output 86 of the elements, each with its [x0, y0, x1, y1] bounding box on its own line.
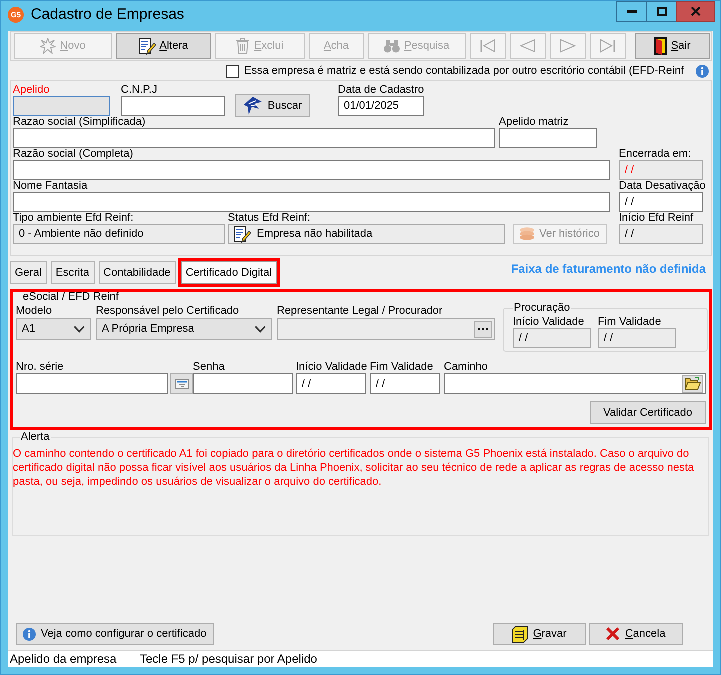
text-field[interactable]: [444, 373, 706, 394]
info-icon: [696, 64, 709, 78]
date-field[interactable]: / /: [619, 192, 703, 212]
close-button[interactable]: [676, 1, 715, 22]
serial-lookup-button[interactable]: [170, 373, 193, 394]
minimize-button[interactable]: [616, 1, 647, 22]
group-title: Alerta: [20, 432, 51, 443]
maximize-icon: [656, 7, 666, 16]
status-text: Apelido da empresa: [10, 652, 118, 666]
card-icon: [174, 378, 188, 388]
status-text: Tecle F5 p/ pesquisar por Apelido: [140, 652, 318, 666]
text-field[interactable]: [13, 96, 110, 116]
dropdown[interactable]: A1: [16, 318, 91, 340]
chevron-down-icon: [74, 326, 85, 332]
password-field[interactable]: [193, 373, 293, 394]
maximize-button[interactable]: [646, 1, 677, 22]
date-field[interactable]: / /: [296, 373, 366, 394]
toolbar-button[interactable]: Altera: [116, 33, 211, 59]
field-label: Data Desativação: [619, 180, 706, 192]
field-label: Nome Fantasia: [13, 180, 88, 192]
info-icon: [23, 628, 36, 640]
field-label: Razão social (Completa): [13, 148, 134, 160]
text-field[interactable]: [13, 160, 610, 180]
document-pencil-icon: [234, 226, 251, 242]
field-label: Caminho: [444, 361, 488, 373]
triangle-left-icon: [520, 39, 536, 53]
binoculars-icon: [384, 40, 400, 52]
minimize-icon: [626, 10, 636, 13]
notepad-pencil-icon: [138, 38, 156, 54]
text-field[interactable]: [121, 96, 225, 116]
group-title: Procuração: [513, 303, 572, 314]
tab[interactable]: Certificado Digital: [180, 261, 278, 284]
field-label: Fim Validade: [598, 316, 662, 328]
emblem-icon: [242, 96, 263, 114]
window-title: Cadastro de Empresas: [31, 6, 184, 24]
search-button[interactable]: Buscar: [235, 94, 310, 117]
field-label: Status Efd Reinf:: [228, 212, 311, 224]
cross-icon: [606, 627, 620, 641]
field-label: Início Efd Reinf: [619, 212, 694, 224]
save-icon: [512, 626, 528, 642]
field-label: C.N.P.J: [121, 84, 158, 96]
close-icon: [690, 7, 700, 16]
field-label: Senha: [193, 361, 225, 373]
help-button[interactable]: Veja como configurar o certificado: [16, 623, 214, 645]
skip-forward-icon: [600, 39, 616, 53]
tab[interactable]: Geral: [10, 261, 47, 284]
text-field[interactable]: [13, 128, 495, 148]
field-label: Início Validade: [296, 361, 368, 373]
dropdown[interactable]: A Própria Empresa: [96, 318, 272, 340]
action-button[interactable]: Cancela: [589, 623, 683, 645]
validate-button[interactable]: Validar Certificado: [590, 401, 706, 424]
field-label: Razao social (Simplificada): [13, 116, 146, 128]
tab[interactable]: Escrita: [50, 261, 95, 284]
toolbar-button[interactable]: Sair: [635, 33, 710, 59]
field-label: Tipo ambiente Efd Reinf:: [13, 212, 134, 224]
field-label: Encerrada em:: [619, 148, 692, 160]
folder-icon: [684, 377, 700, 390]
burst-icon: [40, 38, 56, 54]
browse-button[interactable]: [682, 374, 703, 392]
field-label: Modelo: [16, 305, 52, 317]
text-field[interactable]: [13, 192, 610, 212]
field-label: Apelido matriz: [499, 116, 569, 128]
field-label: Responsável pelo Certificado: [96, 305, 240, 317]
date-field[interactable]: / /: [370, 373, 440, 394]
chevron-down-icon: [255, 326, 266, 332]
triangle-right-icon: [560, 39, 576, 53]
field-label: Data de Cadastro: [338, 84, 424, 96]
date-field[interactable]: 01/01/2025: [338, 96, 424, 116]
group-title: eSocial / EFD Reinf: [23, 292, 119, 303]
field-label: Apelido: [13, 84, 50, 96]
stack-icon: [520, 227, 534, 241]
checkbox[interactable]: [226, 64, 240, 78]
skip-back-icon: [480, 39, 496, 53]
billing-notice: Faixa de faturamento não definida: [511, 262, 706, 276]
field-label: Fim Validade: [370, 361, 434, 373]
door-icon: [654, 37, 668, 55]
text-field[interactable]: [16, 373, 168, 394]
action-button[interactable]: Gravar: [493, 623, 586, 645]
alert-message: O caminho contendo o certificado A1 foi copiado para o diretório certificados onde o sistema G5 Phoenix está instalado. Caso o arquivo do certificado digital não possa ficar visível aos usuários da Linha Phoenix, solicitar ao seu técnico de rede a aplicar as regras de acesso nesta pasta, ou seja, impedindo os usuários de visualizar o arquivo do certificado.: [13, 447, 696, 489]
tab[interactable]: Contabilidade: [98, 261, 176, 284]
checkbox-label: Essa empresa é matriz e está sendo contabilizada por outro escritório contábil (EFD-Reinf: [244, 65, 684, 77]
field-label: Início Validade: [513, 316, 584, 328]
field-label: Representante Legal / Procurador: [277, 305, 443, 317]
text-field[interactable]: [499, 128, 597, 148]
trash-icon: [236, 38, 250, 54]
field-label: Nro. série: [16, 361, 64, 373]
